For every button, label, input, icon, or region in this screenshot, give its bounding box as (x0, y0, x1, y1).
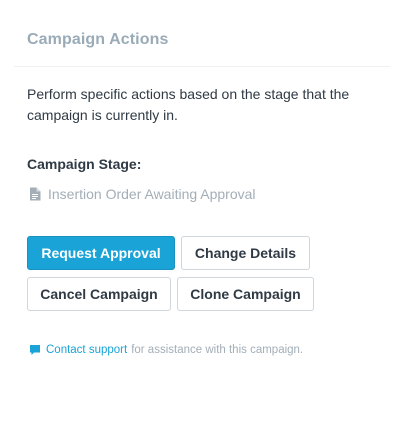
campaign-stage-value: Insertion Order Awaiting Approval (48, 186, 256, 202)
support-trailing-text: for assistance with this campaign. (131, 344, 304, 356)
clone-campaign-button[interactable]: Clone Campaign (177, 277, 314, 311)
document-icon (29, 187, 41, 201)
campaign-actions-panel: Campaign Actions Perform specific action… (0, 0, 404, 427)
cancel-campaign-button[interactable]: Cancel Campaign (27, 277, 171, 311)
contact-support-link[interactable]: Contact support (46, 344, 127, 356)
change-details-button[interactable]: Change Details (181, 236, 310, 270)
chat-bubble-icon (29, 344, 41, 356)
panel-description: Perform specific actions based on the st… (27, 86, 350, 123)
campaign-stage-label: Campaign Stage: (27, 156, 142, 172)
support-row: Contact support for assistance with this… (29, 344, 303, 356)
header-divider (14, 66, 390, 67)
campaign-stage-row: Insertion Order Awaiting Approval (29, 186, 256, 202)
panel-title: Campaign Actions (27, 31, 169, 48)
request-approval-button[interactable]: Request Approval (27, 236, 175, 270)
